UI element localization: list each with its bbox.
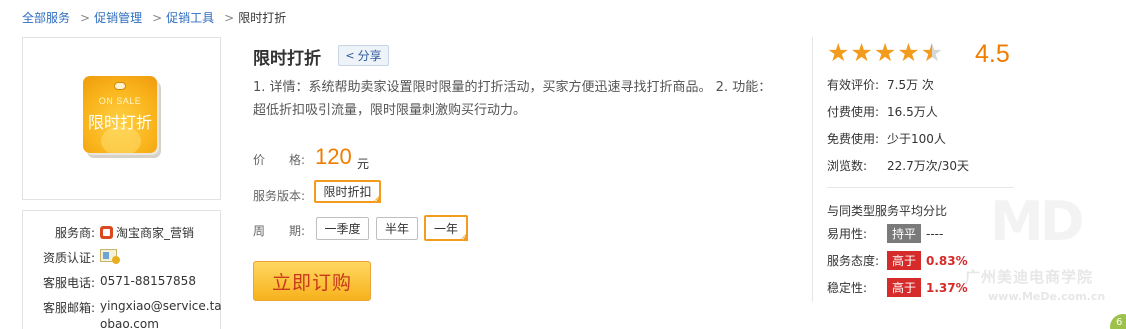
divider [812,37,813,302]
corner-badge[interactable]: 6 [1110,314,1126,329]
stat-reviews: 有效评价: 7.5万 次 [827,78,934,92]
version-option-limited-discount[interactable]: 限时折扣 [314,180,381,205]
price-value: 120 [315,144,352,169]
chevron-right-icon: > [80,10,91,25]
compare-usability: 易用性: 持平 ---- [827,224,943,243]
breadcrumb-promotion-management[interactable]: 促销管理 [94,9,142,26]
star-icon: ★ [850,38,873,67]
version-label: 服务版本: [253,189,306,203]
period-option-half-year[interactable]: 半年 [376,217,418,240]
compare-stability: 稳定性: 高于 1.37% [827,278,968,297]
rating-score: 4.5 [975,40,1010,68]
compare-title: 与同类型服务平均分比 [827,204,948,218]
chevron-right-icon: > [152,10,163,25]
chevron-right-icon: > [224,10,235,25]
watermark-name: 广州美迪电商学院 [965,268,1094,286]
breadcrumb-current: 限时打折 [238,11,287,25]
sale-tag-icon: ON SALE 限时打折 [83,76,161,158]
period-option-quarter[interactable]: 一季度 [316,217,369,240]
divider [827,187,1014,188]
seller-provider-link[interactable]: 淘宝商家_营销 [116,226,194,240]
star-icon: ★ [897,38,920,67]
share-button[interactable]: < 分享 [338,45,389,66]
stat-paid-users: 付费使用: 16.5万人 [827,105,938,119]
breadcrumb-promotion-tools[interactable]: 促销工具 [166,9,214,26]
product-title: 限时打折 [253,49,321,69]
rating-stars: ★ ★ ★ ★ ★ [827,40,943,66]
price-label: 价 格: [253,153,306,167]
star-icon: ★ [827,38,850,67]
breadcrumb-all-services[interactable]: 全部服务 [22,9,70,26]
shop-icon [100,226,113,239]
seller-info: 服务商: 淘宝商家_营销 资质认证: 客服电话: 0571-88157858 客… [22,210,222,329]
status-badge: 持平 [887,224,922,243]
watermark-url: www.MeDe.com.cn [988,290,1106,303]
product-image-box: ON SALE 限时打折 [22,37,221,200]
status-badge: 高于 [887,251,922,270]
period-option-one-year[interactable]: 一年 [424,215,468,243]
tag-title-text: 限时打折 [87,113,152,132]
breadcrumb: 全部服务 > 促销管理 > 促销工具 > 限时打折 [22,9,286,26]
stat-views: 浏览数: 22.7万次/30天 [827,159,970,173]
watermark-logo: MD [990,190,1085,253]
product-description: 1. 详情：系统帮助卖家设置限时限量的打折活动，买家方便迅速寻找打折商品。 2.… [253,80,772,118]
certificate-icon[interactable] [100,249,120,264]
period-label: 周 期: [253,224,306,238]
compare-service-attitude: 服务态度: 高于 0.83% [827,251,968,270]
status-badge: 高于 [887,278,922,297]
buy-now-button[interactable]: 立即订购 [253,261,371,301]
stat-free-users: 免费使用: 少于100人 [827,132,946,146]
price-unit: 元 [357,157,370,171]
share-icon: < [345,49,355,62]
tag-onsale-text: ON SALE [98,96,142,106]
half-star-icon: ★ [920,38,944,67]
star-icon: ★ [873,38,897,67]
